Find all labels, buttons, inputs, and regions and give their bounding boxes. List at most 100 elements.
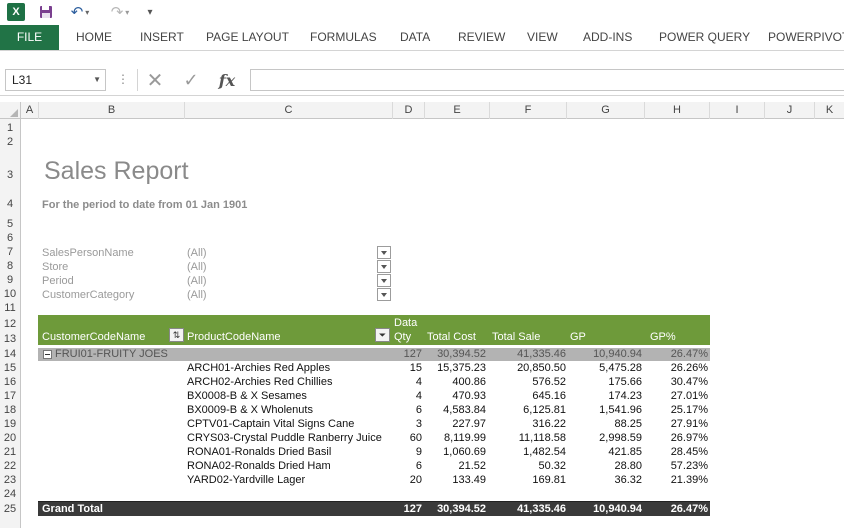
- row-header[interactable]: 25: [0, 503, 20, 515]
- product-cell[interactable]: BX0009-B & X Wholenuts: [187, 404, 387, 416]
- total-cost-cell[interactable]: 8,119.99: [426, 432, 486, 444]
- row-header[interactable]: 23: [0, 474, 20, 486]
- tab-power-query[interactable]: POWER QUERY: [659, 25, 750, 50]
- gp-pct-cell[interactable]: 25.17%: [646, 404, 708, 416]
- qty-cell[interactable]: 15: [392, 362, 422, 374]
- pivot-group-row[interactable]: FRUI01-FRUITY JOES 127 30,394.52 41,335.…: [38, 348, 710, 361]
- qty-cell[interactable]: 3: [392, 418, 422, 430]
- filter-dropdown-button[interactable]: [377, 260, 391, 273]
- row-header[interactable]: 6: [0, 232, 20, 244]
- chevron-down-icon[interactable]: ▼: [93, 70, 101, 90]
- gp-pct-cell[interactable]: 26.26%: [646, 362, 708, 374]
- gp-cell[interactable]: 421.85: [568, 446, 642, 458]
- column-header-g[interactable]: G: [567, 102, 645, 119]
- product-cell[interactable]: BX0008-B & X Sesames: [187, 390, 387, 402]
- gp-pct-cell[interactable]: 27.91%: [646, 418, 708, 430]
- total-cost-cell[interactable]: 133.49: [426, 474, 486, 486]
- column-header-e[interactable]: E: [425, 102, 490, 119]
- row-header[interactable]: 1: [0, 122, 20, 134]
- customize-toolbar-icon[interactable]: ▾: [143, 3, 157, 21]
- row-header[interactable]: 14: [0, 348, 20, 360]
- insert-function-icon[interactable]: fx: [214, 67, 240, 93]
- row-header[interactable]: 20: [0, 432, 20, 444]
- row-header[interactable]: 3: [0, 169, 20, 181]
- qty-cell[interactable]: 6: [392, 404, 422, 416]
- row-header[interactable]: 17: [0, 390, 20, 402]
- gp-cell[interactable]: 2,998.59: [568, 432, 642, 444]
- grand-total-row[interactable]: Grand Total 127 30,394.52 41,335.46 10,9…: [38, 501, 710, 516]
- row-header[interactable]: 18: [0, 404, 20, 416]
- cancel-icon[interactable]: ✕: [142, 67, 168, 93]
- total-cost-cell[interactable]: 1,060.69: [426, 446, 486, 458]
- filter-icon[interactable]: ⏷: [375, 328, 390, 342]
- gp-cell[interactable]: 5,475.28: [568, 362, 642, 374]
- row-header[interactable]: 24: [0, 488, 20, 500]
- column-header-c[interactable]: C: [185, 102, 393, 119]
- tab-view[interactable]: VIEW: [527, 25, 558, 50]
- gp-cell[interactable]: 174.23: [568, 390, 642, 402]
- total-sale-cell[interactable]: 1,482.54: [490, 446, 566, 458]
- column-header-a[interactable]: A: [21, 102, 39, 119]
- row-header[interactable]: 22: [0, 460, 20, 472]
- total-cost-cell[interactable]: 4,583.84: [426, 404, 486, 416]
- qty-cell[interactable]: 60: [392, 432, 422, 444]
- gp-pct-cell[interactable]: 57.23%: [646, 460, 708, 472]
- tab-page-layout[interactable]: PAGE LAYOUT: [206, 25, 289, 50]
- tab-file[interactable]: FILE: [0, 25, 59, 50]
- sort-filter-icon[interactable]: ⇅: [169, 328, 184, 342]
- total-cost-cell[interactable]: 470.93: [426, 390, 486, 402]
- row-header[interactable]: 11: [0, 302, 20, 314]
- qty-cell[interactable]: 6: [392, 460, 422, 472]
- total-cost-cell[interactable]: 400.86: [426, 376, 486, 388]
- product-cell[interactable]: CRYS03-Crystal Puddle Ranberry Juice: [187, 432, 387, 444]
- name-box[interactable]: L31 ▼: [5, 69, 106, 91]
- product-cell[interactable]: ARCH02-Archies Red Chillies: [187, 376, 387, 388]
- product-cell[interactable]: YARD02-Yardville Lager: [187, 474, 387, 486]
- column-header-j[interactable]: J: [765, 102, 815, 119]
- gp-pct-cell[interactable]: 21.39%: [646, 474, 708, 486]
- qty-cell[interactable]: 20: [392, 474, 422, 486]
- filter-dropdown-button[interactable]: [377, 274, 391, 287]
- total-sale-cell[interactable]: 645.16: [490, 390, 566, 402]
- total-sale-cell[interactable]: 169.81: [490, 474, 566, 486]
- row-header[interactable]: 4: [0, 198, 20, 210]
- tab-formulas[interactable]: FORMULAS: [310, 25, 377, 50]
- row-header[interactable]: 8: [0, 260, 20, 272]
- column-header-i[interactable]: I: [710, 102, 765, 119]
- tab-add-ins[interactable]: ADD-INS: [583, 25, 632, 50]
- tab-review[interactable]: REVIEW: [458, 25, 505, 50]
- row-header[interactable]: 9: [0, 274, 20, 286]
- gp-pct-cell[interactable]: 26.97%: [646, 432, 708, 444]
- column-header-d[interactable]: D: [393, 102, 425, 119]
- gp-cell[interactable]: 175.66: [568, 376, 642, 388]
- worksheet-grid[interactable]: Sales Report For the period to date from…: [21, 119, 844, 528]
- save-icon[interactable]: [38, 3, 54, 21]
- row-header[interactable]: 7: [0, 246, 20, 258]
- tab-data[interactable]: DATA: [400, 25, 430, 50]
- total-sale-cell[interactable]: 316.22: [490, 418, 566, 430]
- column-header-h[interactable]: H: [645, 102, 710, 119]
- total-cost-cell[interactable]: 21.52: [426, 460, 486, 472]
- filter-dropdown-button[interactable]: [377, 288, 391, 301]
- gp-cell[interactable]: 28.80: [568, 460, 642, 472]
- total-sale-cell[interactable]: 576.52: [490, 376, 566, 388]
- row-header[interactable]: 13: [0, 333, 20, 345]
- qty-cell[interactable]: 9: [392, 446, 422, 458]
- product-cell[interactable]: CPTV01-Captain Vital Signs Cane: [187, 418, 387, 430]
- redo-icon[interactable]: ↷ ▾: [106, 3, 134, 21]
- gp-cell[interactable]: 1,541.96: [568, 404, 642, 416]
- gp-cell[interactable]: 88.25: [568, 418, 642, 430]
- total-sale-cell[interactable]: 20,850.50: [490, 362, 566, 374]
- tab-insert[interactable]: INSERT: [140, 25, 184, 50]
- enter-icon[interactable]: ✓: [178, 67, 204, 93]
- column-header-f[interactable]: F: [490, 102, 567, 119]
- total-sale-cell[interactable]: 11,118.58: [490, 432, 566, 444]
- select-all-button[interactable]: [0, 102, 21, 119]
- total-cost-cell[interactable]: 15,375.23: [426, 362, 486, 374]
- tab-home[interactable]: HOME: [76, 25, 112, 50]
- collapse-icon[interactable]: [43, 350, 52, 359]
- total-sale-cell[interactable]: 50.32: [490, 460, 566, 472]
- tab-powerpivot[interactable]: POWERPIVOT: [768, 25, 844, 50]
- qty-cell[interactable]: 4: [392, 376, 422, 388]
- row-header[interactable]: 10: [0, 288, 20, 300]
